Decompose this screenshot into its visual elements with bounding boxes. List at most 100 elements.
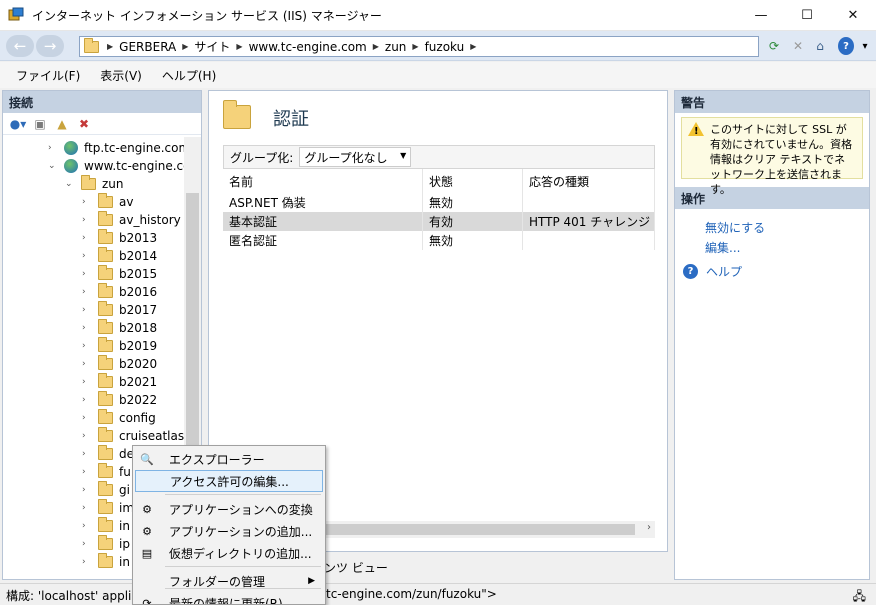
chevron-right-icon[interactable]: ›	[48, 143, 58, 153]
tree-item[interactable]: › b2021	[82, 373, 157, 391]
column-header-state[interactable]: 状態	[423, 169, 523, 193]
chevron-right-icon[interactable]: ›	[82, 557, 92, 567]
tree-item[interactable]: › av_history	[82, 211, 181, 229]
folder-icon	[98, 337, 113, 352]
menu-file[interactable]: ファイル(F)	[16, 67, 80, 84]
table-row[interactable]: 匿名認証 無効	[223, 231, 655, 250]
context-menu-label: フォルダーの管理	[169, 574, 266, 589]
breadcrumb-zun[interactable]: zun	[385, 40, 407, 54]
context-menu-item[interactable]: ⟳ 最新の情報に更新(R)	[135, 592, 323, 605]
tree-item[interactable]: › b2019	[82, 337, 157, 355]
chevron-right-icon[interactable]: ›	[82, 503, 92, 513]
menu-help[interactable]: ヘルプ(H)	[162, 67, 216, 84]
context-menu-item[interactable]: 🔍 エクスプローラー	[135, 448, 323, 470]
chevron-right-icon[interactable]: ›	[82, 359, 92, 369]
table-row[interactable]: ASP.NET 偽装 無効	[223, 193, 655, 212]
refresh-icon[interactable]: ⟳	[765, 37, 783, 55]
group-by-select[interactable]: グループ化なし ▼	[299, 147, 412, 167]
tree-item[interactable]: ⌄ www.tc-engine.cor	[48, 157, 186, 175]
context-menu-item[interactable]: フォルダーの管理 ▶	[135, 570, 323, 592]
chevron-right-icon[interactable]: ›	[82, 449, 92, 459]
tree-item[interactable]: › config	[82, 409, 156, 427]
maximize-button[interactable]: ☐	[784, 0, 830, 31]
chevron-right-icon[interactable]: ›	[82, 377, 92, 387]
tree-item[interactable]: › b2014	[82, 247, 157, 265]
minimize-button[interactable]: —	[738, 0, 784, 31]
tree-item[interactable]: › in	[82, 517, 130, 535]
home-icon[interactable]: ⌂	[811, 37, 829, 55]
chevron-right-icon[interactable]: ›	[82, 251, 92, 261]
status-text: 構成: 'localhost' applica	[6, 589, 146, 603]
chevron-right-icon[interactable]: ›	[82, 287, 92, 297]
save-icon[interactable]: ▣	[29, 115, 51, 133]
context-menu-label: エクスプローラー	[169, 452, 265, 467]
help-dropdown-icon[interactable]: ▾	[856, 37, 874, 55]
chevron-right-icon[interactable]: ›	[82, 215, 92, 225]
chevron-right-icon[interactable]: ›	[82, 305, 92, 315]
column-header-response[interactable]: 応答の種類	[523, 169, 655, 193]
tree-item[interactable]: › ftp.tc-engine.com	[48, 139, 186, 157]
tree-item[interactable]: › b2016	[82, 283, 157, 301]
edit-action-link[interactable]: 編集...	[705, 239, 740, 256]
connect-icon[interactable]: ●▾	[7, 115, 29, 133]
tree-item[interactable]: › fu	[82, 463, 131, 481]
tree-item[interactable]: › b2020	[82, 355, 157, 373]
chevron-down-icon[interactable]: ⌄	[48, 161, 58, 171]
close-button[interactable]: ✕	[830, 0, 876, 31]
tree-item[interactable]: › b2022	[82, 391, 157, 409]
chevron-right-icon[interactable]: ›	[82, 233, 92, 243]
breadcrumb-gerbera[interactable]: GERBERA	[119, 40, 176, 54]
disable-action-link[interactable]: 無効にする	[705, 219, 765, 236]
chevron-right-icon[interactable]: ›	[82, 197, 92, 207]
disconnect-icon[interactable]: ✖	[73, 115, 95, 133]
chevron-right-icon[interactable]: ›	[82, 323, 92, 333]
chevron-right-icon[interactable]: ›	[82, 521, 92, 531]
navigation-bar: ← → ▶ GERBERA ▶ サイト ▶ www.tc-engine.com …	[0, 31, 876, 61]
tree-item[interactable]: › de	[82, 445, 134, 463]
address-bar[interactable]: ▶ GERBERA ▶ サイト ▶ www.tc-engine.com ▶ zu…	[79, 36, 759, 57]
tree-item[interactable]: › b2018	[82, 319, 157, 337]
breadcrumb-sites[interactable]: サイト	[194, 38, 230, 55]
chevron-right-icon[interactable]: ›	[82, 269, 92, 279]
tree-item[interactable]: › b2017	[82, 301, 157, 319]
chevron-right-icon[interactable]: ›	[82, 431, 92, 441]
scroll-right-icon[interactable]: ›	[647, 522, 651, 533]
column-header-name[interactable]: 名前	[223, 169, 423, 193]
tree-item[interactable]: › b2013	[82, 229, 157, 247]
chevron-down-icon[interactable]: ⌄	[65, 179, 75, 189]
chevron-right-icon[interactable]: ›	[82, 539, 92, 549]
up-level-icon[interactable]: ▲	[51, 115, 73, 133]
tree-item[interactable]: › in	[82, 553, 130, 571]
breadcrumb-fuzoku[interactable]: fuzoku	[425, 40, 465, 54]
help-action[interactable]: ? ヘルプ	[683, 263, 742, 280]
help-link[interactable]: ヘルプ	[706, 263, 742, 280]
tree-item[interactable]: › gi	[82, 481, 130, 499]
menu-view[interactable]: 表示(V)	[100, 67, 142, 84]
warning-text: このサイトに対して SSL が有効にされていません。資格情報はクリア テキストで…	[710, 123, 853, 196]
chevron-right-icon[interactable]: ›	[82, 395, 92, 405]
chevron-right-icon[interactable]: ›	[82, 413, 92, 423]
breadcrumb-chevron-icon: ▶	[372, 42, 379, 51]
tree-item[interactable]: ⌄ zun	[65, 175, 124, 193]
breadcrumb-chevron-icon: ▶	[182, 42, 189, 51]
context-menu-item[interactable]: アクセス許可の編集...	[135, 470, 323, 492]
chevron-right-icon[interactable]: ›	[82, 341, 92, 351]
forward-button[interactable]: →	[36, 35, 64, 57]
stop-icon[interactable]: ✕	[789, 37, 807, 55]
context-menu-item[interactable]: ⚙ アプリケーションへの変換	[135, 498, 323, 520]
back-button[interactable]: ←	[6, 35, 34, 57]
table-cell-state: 無効	[423, 193, 523, 212]
chevron-right-icon[interactable]: ›	[82, 485, 92, 495]
tree-item[interactable]: › ip	[82, 535, 130, 553]
tree-item[interactable]: › av	[82, 193, 133, 211]
context-menu-item[interactable]: ▤ 仮想ディレクトリの追加...	[135, 542, 323, 564]
context-menu-item[interactable]: ⚙ アプリケーションの追加...	[135, 520, 323, 542]
help-icon[interactable]: ?	[838, 37, 854, 55]
tree-item[interactable]: › cruiseatlas	[82, 427, 184, 445]
breadcrumb-site[interactable]: www.tc-engine.com	[249, 40, 367, 54]
menu-separator	[165, 566, 321, 567]
table-row[interactable]: 基本認証 有効 HTTP 401 チャレンジ	[223, 212, 655, 231]
tree-item[interactable]: › b2015	[82, 265, 157, 283]
tree-item[interactable]: › im	[82, 499, 134, 517]
chevron-right-icon[interactable]: ›	[82, 467, 92, 477]
